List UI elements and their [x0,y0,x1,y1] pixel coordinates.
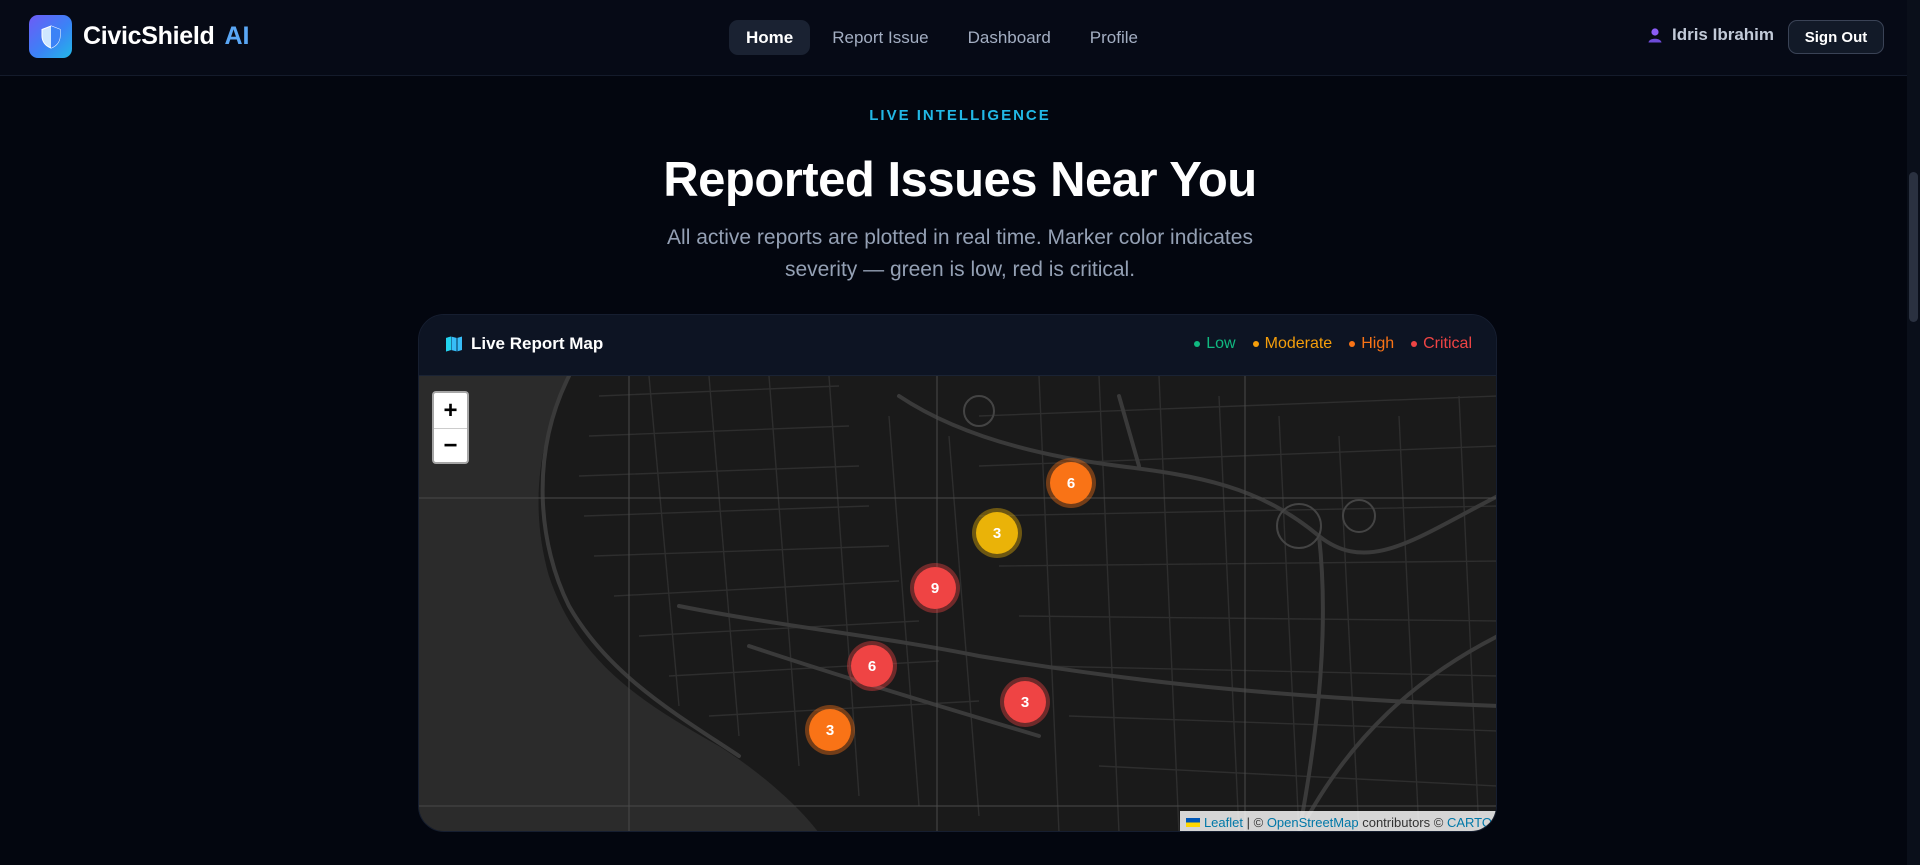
map-tiles [419,376,1496,831]
legend-item-critical: Critical [1411,335,1472,353]
legend-item-low: Low [1194,335,1236,353]
scrollbar-thumb[interactable] [1909,172,1918,322]
legend-label-high: High [1361,335,1395,352]
ukraine-flag-icon [1185,817,1200,827]
carto-link[interactable]: CARTO [1447,815,1492,830]
legend-label-critical: Critical [1423,335,1472,352]
zoom-in-button[interactable]: + [434,393,467,428]
section-eyebrow: LIVE INTELLIGENCE [869,107,1051,124]
legend-label-low: Low [1206,335,1236,352]
top-navbar: CivicShield AI Home Report Issue Dashboa… [0,0,1920,76]
cluster-marker[interactable]: 3 [976,512,1018,554]
attribution-contributors: contributors © [1362,814,1444,830]
nav-report-issue[interactable]: Report Issue [815,20,945,55]
cluster-marker[interactable]: 3 [1004,681,1046,723]
zoom-control: + − [432,391,469,464]
shield-logo-icon [29,15,72,58]
brand[interactable]: CivicShield AI [29,15,249,58]
brand-name: CivicShield [83,22,215,50]
severity-legend: Low Moderate High Critical [1177,335,1472,353]
attribution-separator: | © [1246,814,1264,830]
legend-dot-low [1194,341,1201,347]
cluster-marker[interactable]: 6 [1050,462,1092,504]
page-scrollbar[interactable] [1907,0,1920,865]
nav-dashboard[interactable]: Dashboard [951,20,1068,55]
map-card-title-text: Live Report Map [471,334,604,353]
user-menu[interactable]: Idris Ibrahim [1647,25,1774,45]
leaflet-link[interactable]: Leaflet [1204,815,1243,830]
zoom-out-button[interactable]: − [434,428,467,463]
section-subtitle: All active reports are plotted in real t… [667,226,1253,281]
main-nav: Home Report Issue Dashboard Profile [729,20,1160,55]
live-report-map-card: Live Report Map Low Moderate High Critic… [418,314,1497,832]
nav-profile[interactable]: Profile [1073,20,1155,55]
map-canvas[interactable]: + − 6 3 9 6 3 3 Leaflet | © OpenStreetMa… [419,376,1496,831]
legend-dot-high [1349,341,1356,347]
nav-home[interactable]: Home [729,20,811,55]
map-book-icon [445,336,463,352]
cluster-marker[interactable]: 9 [914,567,956,609]
cluster-marker[interactable]: 6 [851,645,893,687]
page-title: Reported Issues Near You [663,153,1257,207]
legend-item-high: High [1349,335,1394,353]
cluster-marker[interactable]: 3 [809,709,851,751]
brand-suffix: AI [224,22,250,50]
map-card-title: Live Report Map [445,334,603,354]
legend-label-moderate: Moderate [1264,335,1333,352]
user-icon [1647,27,1663,43]
osm-link[interactable]: OpenStreetMap [1267,815,1359,830]
user-name: Idris Ibrahim [1671,25,1774,44]
legend-item-moderate: Moderate [1252,335,1333,353]
legend-dot-critical [1411,341,1418,347]
legend-dot-moderate [1252,341,1259,347]
map-card-header: Live Report Map Low Moderate High Critic… [419,315,1496,376]
sign-out-button[interactable]: Sign Out [1788,20,1884,54]
map-attribution: Leaflet | © OpenStreetMap contributors ©… [1179,811,1496,831]
